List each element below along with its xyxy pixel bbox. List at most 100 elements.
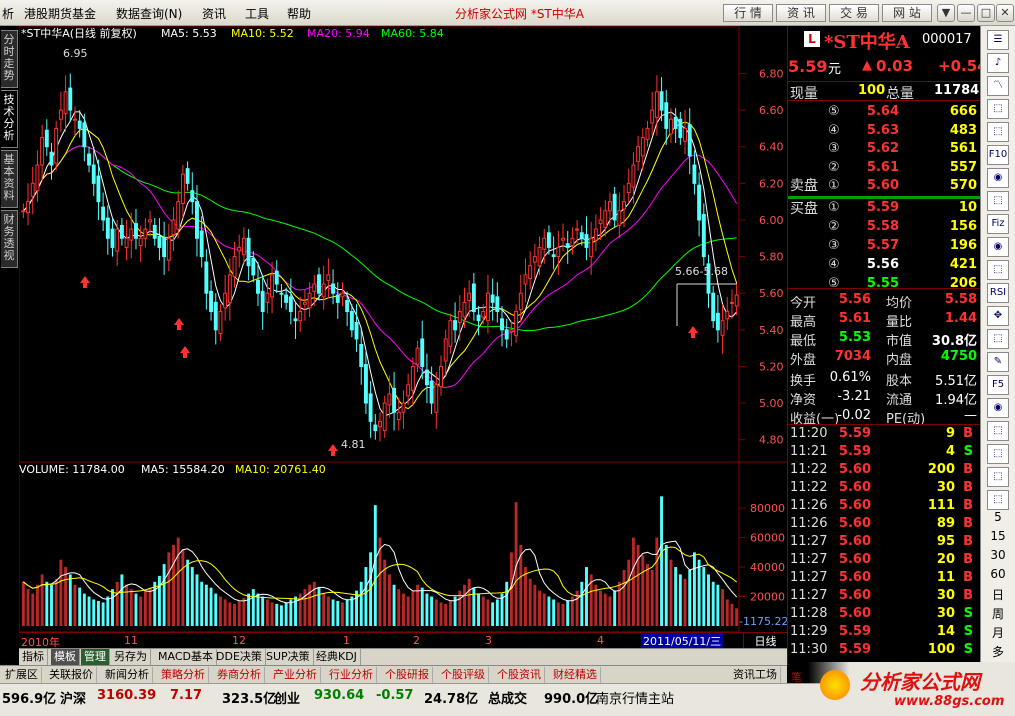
candle[interactable]	[363, 364, 368, 404]
quote-button[interactable]: 行 情	[723, 4, 773, 22]
toolbar-icon[interactable]: ◉	[987, 398, 1009, 418]
candle[interactable]	[715, 312, 720, 331]
candle[interactable]	[528, 265, 533, 280]
menu-item-help[interactable]: 帮助	[287, 5, 311, 22]
candle[interactable]	[509, 329, 514, 333]
period-shortcut[interactable]: 多	[987, 643, 1009, 660]
tab-related-quotes[interactable]: 关联报价	[46, 667, 97, 683]
tab-indicator[interactable]: 指标	[19, 649, 48, 665]
candle[interactable]	[302, 301, 307, 305]
maximize-icon[interactable]: □	[977, 4, 995, 22]
candle[interactable]	[443, 338, 448, 362]
candle[interactable]	[711, 292, 716, 322]
candle[interactable]	[410, 365, 415, 391]
candle[interactable]	[382, 402, 387, 432]
tab-industry[interactable]: 产业分析	[270, 667, 321, 683]
menu-item-tools[interactable]: 工具	[245, 5, 269, 22]
period-shortcut[interactable]: 周	[987, 605, 1009, 622]
candle[interactable]	[612, 193, 617, 221]
candle[interactable]	[265, 292, 270, 303]
candle[interactable]	[115, 228, 120, 252]
candle[interactable]	[331, 283, 336, 294]
candle[interactable]	[359, 343, 364, 367]
tab-news-analysis[interactable]: 新闻分析	[102, 667, 153, 683]
candle[interactable]	[420, 338, 425, 367]
candle[interactable]	[340, 292, 345, 298]
candle[interactable]	[387, 393, 392, 406]
menu-item-news[interactable]: 资讯	[202, 5, 226, 22]
candle[interactable]	[232, 256, 237, 278]
candle[interactable]	[668, 118, 673, 135]
tab-save-as[interactable]: 另存为	[111, 649, 151, 665]
candle[interactable]	[152, 224, 157, 239]
candle[interactable]	[734, 294, 739, 307]
candle[interactable]	[270, 274, 275, 298]
menu-item-analysis[interactable]: 析	[2, 5, 14, 22]
candle[interactable]	[603, 210, 608, 228]
candle[interactable]	[565, 243, 570, 248]
candle[interactable]	[82, 122, 87, 148]
candle[interactable]	[260, 290, 265, 313]
candle[interactable]	[241, 237, 246, 256]
toolbar-icon[interactable]: ◉	[987, 168, 1009, 188]
candle[interactable]	[556, 246, 561, 258]
candle[interactable]	[129, 228, 134, 241]
candle[interactable]	[185, 168, 190, 184]
toolbar-icon[interactable]: Fiz	[987, 214, 1009, 234]
candle[interactable]	[523, 274, 528, 285]
tab-research[interactable]: 个股研报	[382, 667, 433, 683]
candle[interactable]	[448, 320, 453, 347]
candle[interactable]	[720, 320, 725, 336]
candle[interactable]	[199, 230, 204, 258]
status-server[interactable]: 南京行情主站	[596, 688, 674, 707]
toolbar-icon[interactable]: ⬚	[987, 191, 1009, 211]
tab-fundamentals[interactable]: 基本资料	[1, 150, 18, 208]
candle[interactable]	[640, 137, 645, 157]
candle[interactable]	[87, 153, 92, 166]
status-pen[interactable]: 笔	[791, 669, 802, 685]
period-shortcut[interactable]: 月	[987, 624, 1009, 641]
candle[interactable]	[401, 402, 406, 413]
toolbar-icon[interactable]: 〽	[987, 76, 1009, 96]
candle[interactable]	[312, 283, 317, 292]
candle[interactable]	[227, 274, 232, 303]
info-button[interactable]: 资 讯	[776, 4, 826, 22]
candle[interactable]	[30, 182, 35, 197]
tab-technical[interactable]: 技术分析	[1, 90, 18, 148]
period-shortcut[interactable]: 日	[987, 586, 1009, 603]
tab-stock-news[interactable]: 个股资讯	[494, 667, 545, 683]
tab-rating[interactable]: 个股评级	[438, 667, 489, 683]
candle[interactable]	[678, 118, 683, 139]
candle[interactable]	[424, 369, 429, 386]
candle[interactable]	[171, 219, 176, 236]
candle[interactable]	[631, 164, 636, 188]
candle[interactable]	[514, 311, 519, 336]
candle[interactable]	[598, 219, 603, 225]
candle[interactable]	[485, 292, 490, 322]
candle[interactable]	[335, 294, 340, 303]
tab-extension[interactable]: 扩展区	[2, 667, 42, 683]
candle[interactable]	[237, 246, 242, 252]
candle[interactable]	[274, 270, 279, 285]
candle[interactable]	[622, 201, 626, 210]
candle[interactable]	[495, 296, 500, 313]
candle[interactable]	[284, 294, 289, 303]
toolbar-icon[interactable]: ⬚	[987, 329, 1009, 349]
period-label[interactable]: 日线	[743, 633, 787, 648]
candle[interactable]	[546, 232, 551, 248]
tab-macd[interactable]: MACD基本	[155, 649, 217, 665]
candle[interactable]	[195, 201, 199, 239]
candle[interactable]	[673, 116, 678, 129]
tab-dde[interactable]: DDE决策	[213, 649, 266, 665]
candle[interactable]	[481, 311, 486, 318]
toolbar-icon[interactable]: ⬚	[987, 421, 1009, 441]
candle[interactable]	[687, 124, 692, 157]
period-shortcut[interactable]: 60	[987, 567, 1009, 581]
candle[interactable]	[373, 424, 378, 432]
candle[interactable]	[218, 311, 223, 334]
toolbar-icon[interactable]: ♪	[987, 53, 1009, 73]
period-shortcut[interactable]: 5	[987, 510, 1009, 524]
candle[interactable]	[26, 201, 30, 214]
candle[interactable]	[251, 257, 256, 276]
trade-button[interactable]: 交 易	[829, 4, 879, 22]
